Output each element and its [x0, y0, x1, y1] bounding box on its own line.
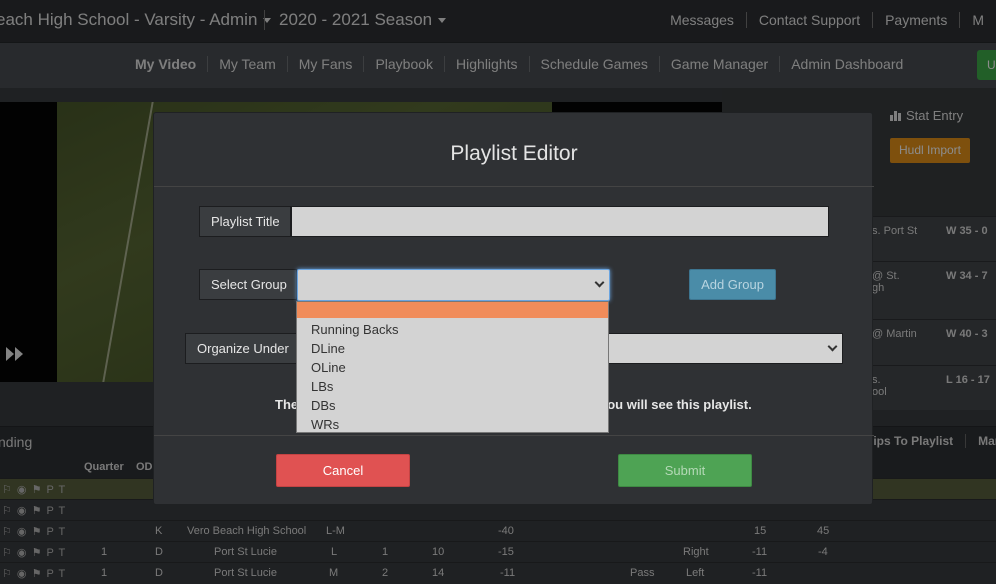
group-option[interactable]: WRs: [297, 415, 608, 434]
group-option[interactable]: OLine: [297, 358, 608, 377]
modal-title: Playlist Editor: [450, 142, 578, 165]
modal-divider: [154, 186, 874, 187]
submit-button[interactable]: Submit: [618, 454, 752, 487]
select-group-dropdown[interactable]: [297, 269, 610, 301]
hint-text-end: you will see this playlist.: [600, 397, 752, 412]
select-group-label: Select Group: [199, 269, 297, 300]
chevron-down-icon: [827, 341, 838, 352]
group-option[interactable]: DLine: [297, 339, 608, 358]
playlist-title-input[interactable]: [291, 206, 829, 237]
group-options-list: Running Backs DLine OLine LBs DBs WRs: [296, 301, 609, 433]
group-option[interactable]: LBs: [297, 377, 608, 396]
chevron-down-icon: [594, 277, 605, 288]
playlist-title-label: Playlist Title: [199, 206, 291, 237]
group-option[interactable]: DBs: [297, 396, 608, 415]
group-option[interactable]: Running Backs: [297, 320, 608, 339]
add-group-button[interactable]: Add Group: [689, 269, 776, 300]
group-option[interactable]: [297, 302, 608, 318]
hint-text-start: The: [275, 397, 299, 412]
organize-under-label: Organize Under: [185, 333, 297, 364]
cancel-button[interactable]: Cancel: [276, 454, 410, 487]
modal-footer-divider: [154, 435, 874, 436]
